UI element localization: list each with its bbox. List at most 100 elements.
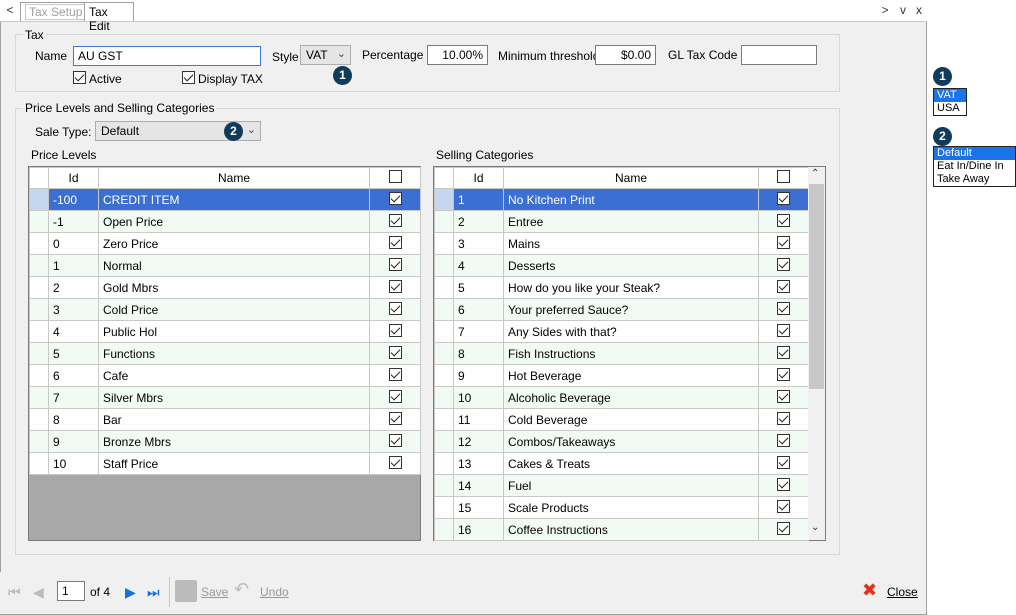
row-header[interactable] — [434, 210, 454, 233]
row-checkbox[interactable] — [758, 320, 809, 343]
tab-scroll-left-icon[interactable]: < — [4, 3, 16, 17]
scroll-down-icon[interactable]: ⌄ — [811, 522, 819, 533]
row-checkbox[interactable] — [758, 474, 809, 497]
row-checkbox[interactable] — [369, 276, 421, 299]
tab-tax-setup[interactable]: Tax Setup — [20, 2, 92, 21]
table-row[interactable]: 4 Public Hol — [29, 320, 421, 343]
row-header[interactable] — [434, 320, 454, 343]
vertical-scrollbar[interactable]: ⌃ ⌄ — [808, 167, 825, 540]
table-row[interactable]: 5 How do you like your Steak? — [434, 276, 809, 299]
row-checkbox[interactable] — [758, 342, 809, 365]
row-checkbox[interactable] — [758, 188, 809, 211]
row-checkbox[interactable] — [369, 430, 421, 453]
table-row[interactable]: 15 Scale Products — [434, 496, 809, 519]
table-row[interactable]: 16 Coffee Instructions — [434, 518, 809, 541]
row-header[interactable] — [434, 452, 454, 475]
row-checkbox[interactable] — [369, 210, 421, 233]
row-checkbox[interactable] — [369, 188, 421, 211]
row-checkbox[interactable] — [369, 232, 421, 255]
name-input[interactable]: AU GST — [73, 46, 261, 66]
save-button[interactable]: Save — [201, 585, 228, 599]
table-row[interactable]: 5 Functions — [29, 342, 421, 365]
table-row[interactable]: 10 Staff Price — [29, 452, 421, 475]
tab-close-icon[interactable]: x — [913, 3, 925, 17]
row-header[interactable] — [29, 452, 49, 475]
last-page-icon[interactable]: ⏭ — [147, 584, 160, 601]
select-all-checkbox[interactable] — [369, 167, 421, 189]
row-header[interactable] — [29, 210, 49, 233]
row-header[interactable] — [434, 364, 454, 387]
row-header[interactable] — [29, 408, 49, 431]
row-header[interactable] — [29, 430, 49, 453]
table-row[interactable]: 6 Cafe — [29, 364, 421, 387]
table-row[interactable]: -100 CREDIT ITEM — [29, 188, 421, 211]
row-header[interactable] — [434, 342, 454, 365]
table-row[interactable]: 14 Fuel — [434, 474, 809, 497]
min-threshold-input[interactable]: $0.00 — [595, 45, 656, 65]
row-header[interactable] — [434, 496, 454, 519]
table-row[interactable]: 2 Gold Mbrs — [29, 276, 421, 299]
row-checkbox[interactable] — [758, 254, 809, 277]
table-row[interactable]: 3 Cold Price — [29, 298, 421, 321]
table-row[interactable]: 8 Fish Instructions — [434, 342, 809, 365]
row-header[interactable] — [29, 254, 49, 277]
table-row[interactable]: 9 Hot Beverage — [434, 364, 809, 387]
active-checkbox[interactable] — [73, 71, 86, 87]
next-page-icon[interactable]: ▶ — [125, 584, 136, 601]
row-checkbox[interactable] — [758, 518, 809, 541]
gl-tax-code-input[interactable] — [741, 45, 817, 65]
row-checkbox[interactable] — [369, 364, 421, 387]
page-number-input[interactable]: 1 — [57, 581, 85, 601]
undo-button[interactable]: Undo — [260, 585, 289, 599]
table-row[interactable]: 1 Normal — [29, 254, 421, 277]
row-checkbox[interactable] — [758, 276, 809, 299]
table-row[interactable]: 4 Desserts — [434, 254, 809, 277]
row-checkbox[interactable] — [758, 364, 809, 387]
table-row[interactable]: 0 Zero Price — [29, 232, 421, 255]
row-header[interactable] — [29, 364, 49, 387]
column-header-id[interactable]: Id — [48, 167, 99, 189]
row-checkbox[interactable] — [369, 342, 421, 365]
row-header[interactable] — [434, 188, 454, 211]
column-header-name[interactable]: Name — [98, 167, 370, 189]
row-checkbox[interactable] — [758, 210, 809, 233]
column-header-id[interactable]: Id — [453, 167, 504, 189]
row-header[interactable] — [29, 342, 49, 365]
row-header[interactable] — [434, 276, 454, 299]
row-header[interactable] — [434, 232, 454, 255]
tab-scroll-right-icon[interactable]: > — [879, 3, 891, 17]
table-row[interactable]: 7 Silver Mbrs — [29, 386, 421, 409]
row-checkbox[interactable] — [758, 298, 809, 321]
close-button[interactable]: Close — [887, 585, 918, 599]
row-header[interactable] — [29, 386, 49, 409]
row-header[interactable] — [434, 298, 454, 321]
row-header[interactable] — [434, 430, 454, 453]
row-checkbox[interactable] — [758, 452, 809, 475]
row-checkbox[interactable] — [758, 408, 809, 431]
table-row[interactable]: 11 Cold Beverage — [434, 408, 809, 431]
row-checkbox[interactable] — [758, 386, 809, 409]
table-row[interactable]: 12 Combos/Takeaways — [434, 430, 809, 453]
scrollbar-thumb[interactable] — [809, 184, 824, 389]
table-row[interactable]: 8 Bar — [29, 408, 421, 431]
row-checkbox[interactable] — [369, 320, 421, 343]
table-row[interactable]: 13 Cakes & Treats — [434, 452, 809, 475]
first-page-icon[interactable]: ⏮ — [8, 584, 21, 601]
style-select[interactable]: VAT ⌄ — [300, 45, 351, 65]
prev-page-icon[interactable]: ◀ — [33, 584, 44, 601]
row-header[interactable] — [434, 474, 454, 497]
row-header[interactable] — [434, 518, 454, 541]
row-header[interactable] — [434, 254, 454, 277]
row-header[interactable] — [29, 188, 49, 211]
table-row[interactable]: 7 Any Sides with that? — [434, 320, 809, 343]
table-row[interactable]: 1 No Kitchen Print — [434, 188, 809, 211]
row-checkbox[interactable] — [369, 452, 421, 475]
table-row[interactable]: 2 Entree — [434, 210, 809, 233]
row-checkbox[interactable] — [758, 232, 809, 255]
percentage-input[interactable]: 10.00% — [427, 45, 488, 65]
table-row[interactable]: 6 Your preferred Sauce? — [434, 298, 809, 321]
select-all-checkbox[interactable] — [758, 167, 809, 189]
tab-list-icon[interactable]: v — [897, 3, 909, 17]
row-checkbox[interactable] — [758, 496, 809, 519]
row-checkbox[interactable] — [369, 386, 421, 409]
